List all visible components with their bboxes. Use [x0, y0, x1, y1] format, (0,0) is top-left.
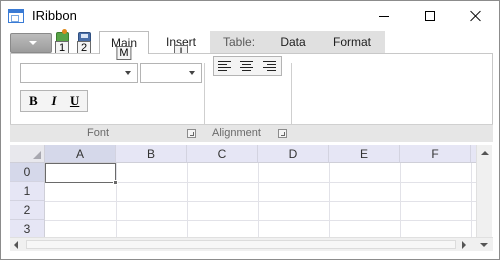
application-menu-button[interactable]: [10, 33, 52, 53]
scroll-left-icon[interactable]: [14, 241, 18, 249]
column-header-d[interactable]: D: [258, 145, 329, 163]
alignment-group-label: Alignment: [212, 127, 261, 139]
grid-line: [45, 220, 485, 221]
scroll-right-icon[interactable]: [462, 241, 466, 249]
grid-line: [187, 163, 188, 237]
align-left-button[interactable]: [216, 59, 234, 73]
align-right-button[interactable]: [261, 59, 279, 73]
ribbon-tab-strip: 1 2 Main M Insert I Table: Data Format: [1, 29, 499, 60]
alignment-button-group: [213, 56, 282, 76]
active-cell-a0[interactable]: [45, 163, 116, 183]
font-dialog-launcher-icon[interactable]: [187, 129, 196, 138]
grid-line: [116, 163, 117, 237]
tab-main[interactable]: Main M: [99, 31, 149, 60]
grid-line: [258, 163, 259, 237]
column-header-b[interactable]: B: [116, 145, 187, 163]
row-header-3[interactable]: 3: [10, 220, 45, 237]
vertical-scrollbar[interactable]: [476, 145, 492, 237]
maximize-button[interactable]: [407, 1, 453, 31]
grid-line: [329, 163, 330, 237]
keytip-badge: M: [116, 46, 132, 60]
close-icon: [470, 10, 482, 22]
quick-access-open-button[interactable]: 1: [54, 29, 72, 55]
row-header-1[interactable]: 1: [10, 182, 45, 201]
font-group-label: Font: [87, 127, 110, 139]
row-header-2[interactable]: 2: [10, 201, 45, 220]
align-center-button[interactable]: [238, 59, 256, 73]
minimize-button[interactable]: [361, 1, 407, 31]
horizontal-scrollbar[interactable]: [10, 237, 493, 251]
grid-line: [471, 163, 472, 237]
fill-handle[interactable]: [113, 180, 118, 185]
tab-format[interactable]: Format: [323, 31, 381, 53]
spreadsheet-grid[interactable]: A B C D E F 0 1 2 3: [10, 145, 493, 237]
close-button[interactable]: [453, 1, 499, 31]
underline-button[interactable]: U: [66, 93, 84, 109]
row-header-0[interactable]: 0: [10, 163, 45, 182]
alignment-dialog-launcher-icon[interactable]: [278, 129, 287, 138]
minimize-icon: [379, 15, 389, 17]
column-header-a[interactable]: A: [45, 145, 116, 163]
window-title: IRibbon: [32, 8, 77, 23]
quick-access-save-button[interactable]: 2: [76, 31, 94, 55]
grid-line: [400, 163, 401, 237]
chevron-down-icon: [189, 71, 195, 75]
bold-button[interactable]: B: [24, 93, 42, 109]
application-window: IRibbon 1 2 Main M Insert I Table: Data …: [0, 0, 500, 260]
font-style-group: B I U: [20, 90, 88, 112]
column-header-c[interactable]: C: [187, 145, 258, 163]
tab-insert[interactable]: Insert I: [153, 31, 209, 59]
maximize-icon: [425, 11, 435, 21]
italic-button[interactable]: I: [45, 93, 63, 109]
select-all-corner[interactable]: [10, 145, 45, 163]
chevron-down-icon: [125, 71, 131, 75]
column-header-e[interactable]: E: [329, 145, 400, 163]
column-header-f[interactable]: F: [400, 145, 471, 163]
scroll-track[interactable]: [26, 240, 456, 249]
title-bar: IRibbon: [1, 1, 499, 31]
contextual-group-label: Table:: [223, 35, 256, 49]
font-size-combo[interactable]: [140, 63, 202, 83]
app-window-icon: [8, 9, 24, 23]
tab-data[interactable]: Data: [269, 31, 317, 53]
font-name-combo[interactable]: [20, 63, 138, 83]
grid-line: [45, 201, 485, 202]
scroll-down-icon[interactable]: [480, 243, 488, 247]
scroll-up-icon[interactable]: [481, 151, 489, 155]
